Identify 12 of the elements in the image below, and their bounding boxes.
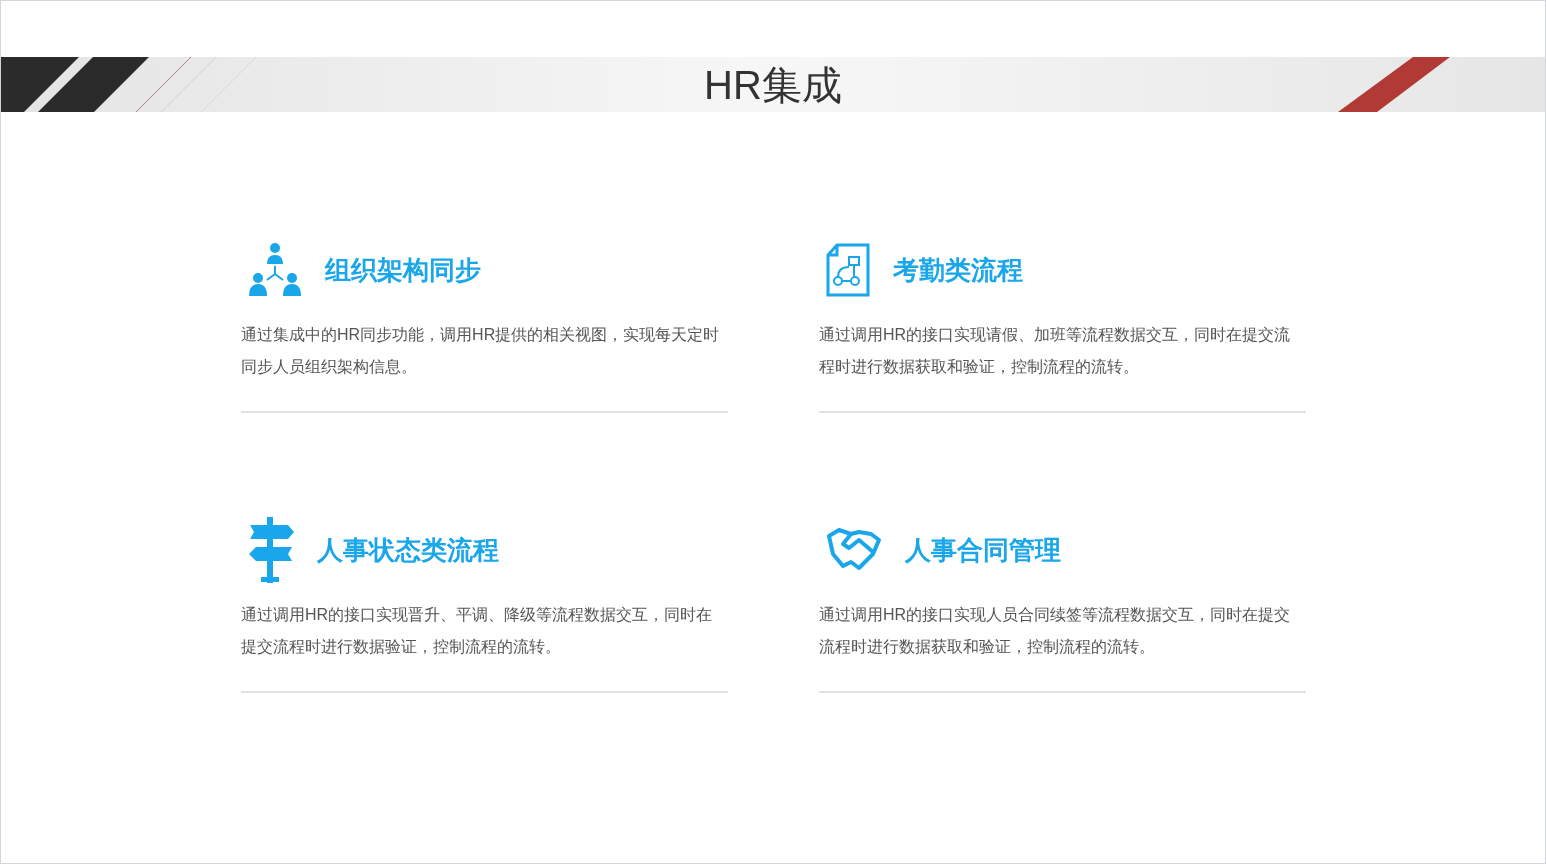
- page-title: HR集成: [704, 64, 842, 105]
- feature-description: 通过集成中的HR同步功能，调用HR提供的相关视图，实现每天定时同步人员组织架构信息。: [241, 319, 728, 413]
- feature-title: 人事合同管理: [905, 533, 1061, 567]
- feature-description: 通过调用HR的接口实现人员合同续签等流程数据交互，同时在提交流程时进行数据获取和验证，控制流程的流转。: [819, 599, 1306, 693]
- flowchart-document-icon: [825, 243, 871, 297]
- people-hierarchy-icon: [247, 242, 303, 298]
- feature-title: 组织架构同步: [325, 253, 481, 287]
- feature-description: 通过调用HR的接口实现请假、加班等流程数据交互，同时在提交流程时进行数据获取和验证，控制流程的流转。: [819, 319, 1306, 413]
- signpost-icon: [247, 517, 295, 583]
- feature-description: 通过调用HR的接口实现晋升、平调、降级等流程数据交互，同时在提交流程时进行数据验证，控制流程的流转。: [241, 599, 728, 693]
- feature-title: 人事状态类流程: [317, 533, 499, 567]
- feature-title: 考勤类流程: [893, 253, 1023, 287]
